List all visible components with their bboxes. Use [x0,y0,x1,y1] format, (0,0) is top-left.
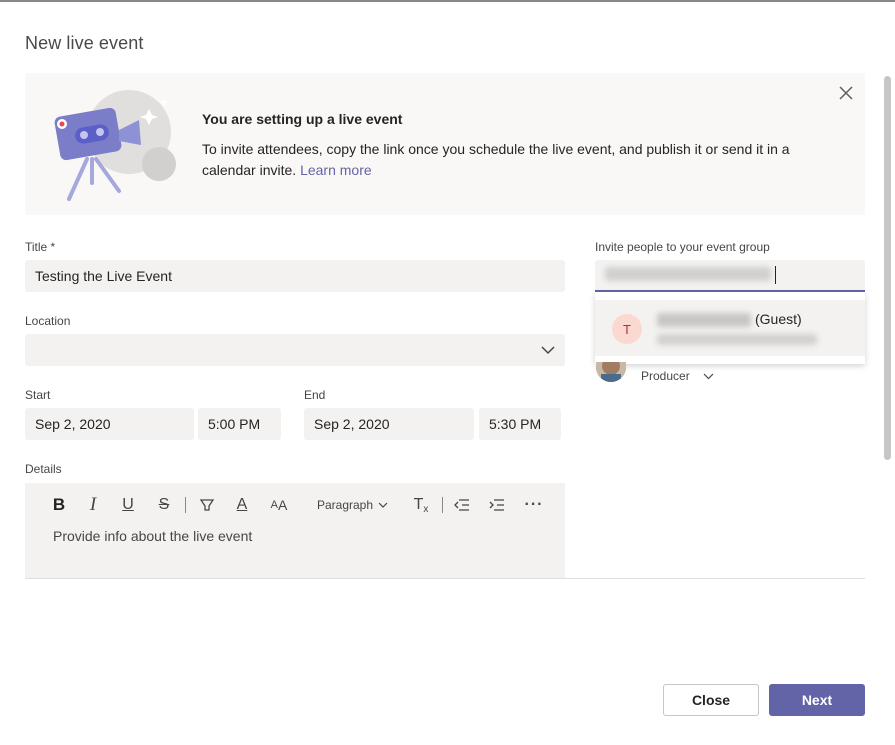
role-label: Producer [641,369,690,383]
bold-icon[interactable]: B [49,493,69,517]
chevron-down-icon [541,346,555,355]
text-caret [775,266,776,284]
paragraph-label: Paragraph [316,498,374,512]
font-size-icon[interactable]: AA [267,493,291,517]
info-banner: You are setting up a live event To invit… [25,73,865,215]
scrollbar[interactable] [884,76,891,460]
location-dropdown[interactable] [25,334,565,366]
start-time-picker[interactable]: 5:00 PM [198,408,281,440]
toolbar-separator [185,497,186,513]
learn-more-link[interactable]: Learn more [300,162,372,178]
banner-body: To invite attendees, copy the link once … [202,139,822,181]
formatting-toolbar: B I U S A AA Paragraph Tx ··· [25,493,565,517]
end-date-picker[interactable]: Sep 2, 2020 [304,408,474,440]
start-time-value: 5:00 PM [208,416,261,432]
avatar: T [612,314,642,344]
more-options-icon[interactable]: ··· [523,493,545,517]
invite-label: Invite people to your event group [595,240,770,254]
redacted-email-input [605,267,771,281]
title-label: Title * [25,240,56,254]
details-editor[interactable]: B I U S A AA Paragraph Tx ··· Provide in… [25,483,565,578]
close-button[interactable]: Close [663,684,759,716]
paragraph-dropdown[interactable]: Paragraph [315,493,390,517]
divider [25,578,865,579]
start-date-value: Sep 2, 2020 [35,416,111,432]
redacted-name [657,313,751,327]
clear-formatting-icon[interactable]: Tx [411,493,431,517]
dialog-title: New live event [25,33,144,53]
chevron-down-icon [378,502,388,508]
title-input[interactable]: Testing the Live Event [25,260,565,292]
avatar [596,362,626,382]
end-date-value: Sep 2, 2020 [314,416,390,432]
italic-icon[interactable]: I [83,493,103,517]
underline-icon[interactable]: U [118,493,138,517]
start-label: Start [25,388,51,402]
highlight-icon[interactable] [197,493,217,517]
decrease-indent-icon[interactable] [452,493,472,517]
location-label: Location [25,314,71,328]
font-color-icon[interactable]: A [232,493,252,517]
end-time-picker[interactable]: 5:30 PM [479,408,561,440]
people-suggestion-dropdown: T (Guest) [595,292,865,364]
start-date-picker[interactable]: Sep 2, 2020 [25,408,194,440]
strikethrough-icon[interactable]: S [154,493,174,517]
end-label: End [304,388,326,402]
chevron-down-icon [703,373,714,380]
close-icon[interactable] [837,85,855,103]
increase-indent-icon[interactable] [487,493,507,517]
role-dropdown[interactable]: Producer [641,369,714,383]
next-button[interactable]: Next [769,684,865,716]
end-time-value: 5:30 PM [489,416,542,432]
title-value: Testing the Live Event [35,268,172,284]
toolbar-separator [442,497,443,513]
camera-illustration [54,90,176,201]
banner-heading: You are setting up a live event [202,111,403,127]
suggestion-item[interactable]: T (Guest) [595,300,865,356]
details-placeholder: Provide info about the live event [53,528,253,544]
banner-body-text: To invite attendees, copy the link once … [202,141,790,178]
guest-tag: (Guest) [755,311,802,327]
details-label: Details [25,462,62,476]
invite-input[interactable] [595,260,865,292]
redacted-email [657,334,817,345]
window-top-border [0,0,895,2]
